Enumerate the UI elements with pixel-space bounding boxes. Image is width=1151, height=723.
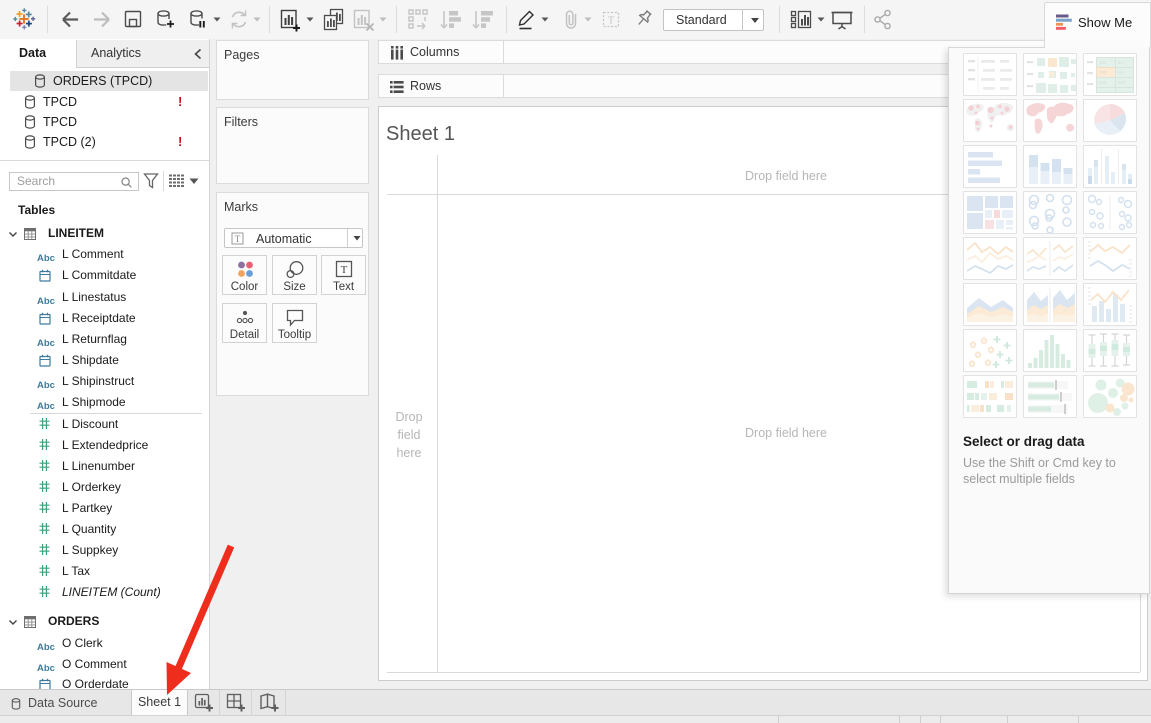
svg-text:56: 56 [1118,70,1124,75]
svg-text:245: 245 [1099,80,1107,85]
svg-text:789: 789 [1099,70,1107,75]
svg-text:999: 999 [1118,80,1126,85]
svg-text:T: T [235,234,241,244]
svg-text:34: 34 [1118,60,1124,65]
svg-text:123: 123 [1099,60,1107,65]
svg-text:T: T [608,16,614,27]
svg-text:T: T [340,264,347,276]
